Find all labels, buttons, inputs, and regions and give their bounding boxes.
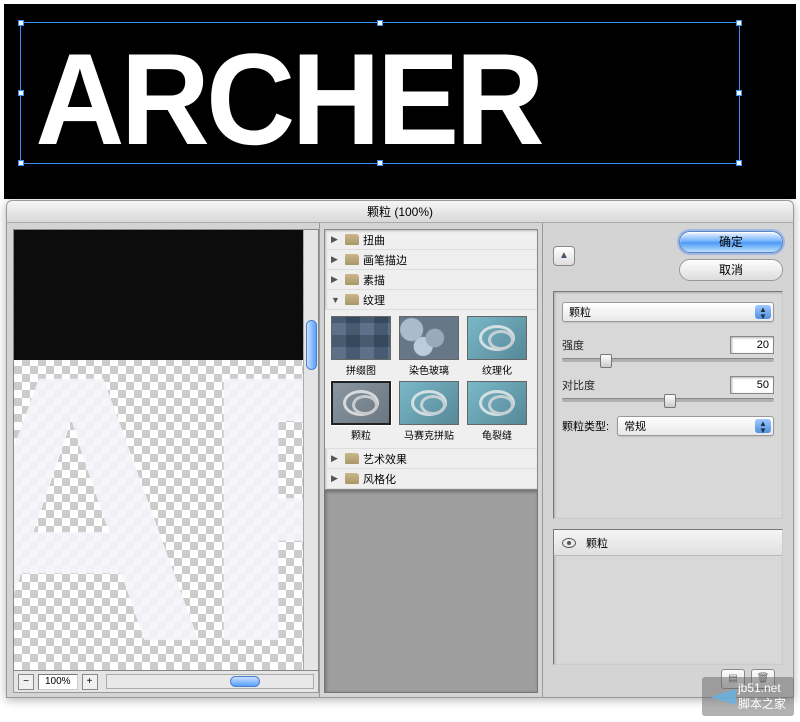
thumb-label: 纹理化 [465, 362, 529, 377]
canvas-banner: ARCHER [4, 4, 796, 199]
categories-empty-area [324, 490, 538, 693]
folder-icon [345, 473, 359, 484]
category-texture[interactable]: ▼ 纹理 [325, 290, 537, 310]
horizontal-scrollbar[interactable] [106, 674, 314, 689]
filter-grain[interactable]: 颗粒 [329, 381, 393, 442]
category-label: 风格化 [363, 471, 396, 487]
vertical-scrollbar[interactable] [303, 230, 318, 670]
slider-thumb[interactable] [600, 354, 612, 368]
arrow-icon [710, 689, 736, 705]
watermark: jb51.net 脚本之家 [702, 677, 794, 716]
button-row: ▲ 确定 取消 [553, 231, 783, 281]
filter-name-dropdown[interactable]: 颗粒 ▲▼ [562, 302, 774, 322]
dialog-title: 颗粒 (100%) [7, 201, 793, 223]
texture-thumbnails: 拼缀图 染色玻璃 纹理化 颗粒 [325, 310, 537, 448]
contrast-label: 对比度 [562, 377, 595, 393]
visibility-eye-icon[interactable] [562, 538, 576, 548]
folder-icon [345, 254, 359, 265]
chevron-right-icon: ▶ [331, 453, 341, 464]
filter-gallery-dialog: 颗粒 (100%) AR − 100% + [6, 200, 794, 698]
filter-mosaic-tiles[interactable]: 马赛克拼贴 [397, 381, 461, 442]
preview-footer: − 100% + [13, 671, 319, 693]
dropdown-caret-icon: ▲▼ [755, 419, 771, 433]
thumb-label: 马赛克拼贴 [397, 427, 461, 442]
cancel-button[interactable]: 取消 [679, 259, 783, 281]
preview-panel: AR − 100% + [7, 223, 319, 697]
grain-type-row: 颗粒类型: 常规 ▲▼ [562, 416, 774, 436]
filter-craquelure[interactable]: 龟裂缝 [465, 381, 529, 442]
category-sketch[interactable]: ▶ 素描 [325, 270, 537, 290]
contrast-slider[interactable] [562, 398, 774, 402]
ok-button[interactable]: 确定 [679, 231, 783, 253]
folder-icon [345, 294, 359, 305]
filter-options-box: 颗粒 ▲▼ 强度 20 对比度 50 [553, 291, 783, 519]
dropdown-value: 颗粒 [569, 304, 591, 320]
category-distort[interactable]: ▶ 扭曲 [325, 230, 537, 250]
preview-area[interactable]: AR [13, 229, 319, 671]
chevron-right-icon: ▶ [331, 274, 341, 285]
effect-layers-box: 颗粒 [553, 529, 783, 665]
category-stylize[interactable]: ▶ 风格化 [325, 469, 537, 489]
folder-icon [345, 274, 359, 285]
collapse-button[interactable]: ▲ [553, 246, 575, 266]
category-label: 艺术效果 [363, 451, 407, 467]
category-list: ▶ 扭曲 ▶ 画笔描边 ▶ 素描 ▼ 纹理 [324, 229, 538, 490]
zoom-level[interactable]: 100% [38, 674, 78, 690]
contrast-row: 对比度 50 [562, 376, 774, 394]
horizontal-scroll-thumb[interactable] [230, 676, 260, 687]
chevron-right-icon: ▶ [331, 234, 341, 245]
chevron-right-icon: ▶ [331, 473, 341, 484]
grain-type-label: 颗粒类型: [562, 418, 609, 434]
intensity-label: 强度 [562, 337, 584, 353]
contrast-input[interactable]: 50 [730, 376, 774, 394]
preview-letter-shape: AR [13, 290, 319, 671]
vertical-scroll-thumb[interactable] [306, 320, 317, 370]
folder-icon [345, 453, 359, 464]
category-artistic[interactable]: ▶ 艺术效果 [325, 449, 537, 469]
layer-name: 颗粒 [586, 535, 608, 551]
zoom-out-button[interactable]: − [18, 674, 34, 690]
dropdown-value: 常规 [624, 418, 646, 434]
options-panel: ▲ 确定 取消 颗粒 ▲▼ 强度 20 [543, 223, 793, 697]
filter-stained-glass[interactable]: 染色玻璃 [397, 316, 461, 377]
effect-layer-row[interactable]: 颗粒 [554, 530, 782, 556]
filter-categories-panel: ▶ 扭曲 ▶ 画笔描边 ▶ 素描 ▼ 纹理 [319, 223, 543, 697]
intensity-input[interactable]: 20 [730, 336, 774, 354]
thumb-label: 染色玻璃 [397, 362, 461, 377]
filter-texturizer[interactable]: 纹理化 [465, 316, 529, 377]
intensity-row: 强度 20 [562, 336, 774, 354]
zoom-in-button[interactable]: + [82, 674, 98, 690]
chevron-down-icon: ▼ [331, 295, 341, 305]
watermark-name: 脚本之家 [738, 695, 786, 712]
selection-bounding-box[interactable] [20, 22, 740, 164]
watermark-site: jb51.net [738, 681, 786, 695]
dropdown-caret-icon: ▲▼ [755, 305, 771, 319]
chevron-right-icon: ▶ [331, 254, 341, 265]
folder-icon [345, 234, 359, 245]
slider-thumb[interactable] [664, 394, 676, 408]
category-label: 素描 [363, 272, 385, 288]
grain-type-dropdown[interactable]: 常规 ▲▼ [617, 416, 774, 436]
thumb-label: 拼缀图 [329, 362, 393, 377]
thumb-label: 颗粒 [329, 427, 393, 442]
intensity-slider[interactable] [562, 358, 774, 362]
thumb-label: 龟裂缝 [465, 427, 529, 442]
category-label: 画笔描边 [363, 252, 407, 268]
category-brush-strokes[interactable]: ▶ 画笔描边 [325, 250, 537, 270]
filter-patchwork[interactable]: 拼缀图 [329, 316, 393, 377]
category-label: 纹理 [363, 292, 385, 308]
category-label: 扭曲 [363, 232, 385, 248]
